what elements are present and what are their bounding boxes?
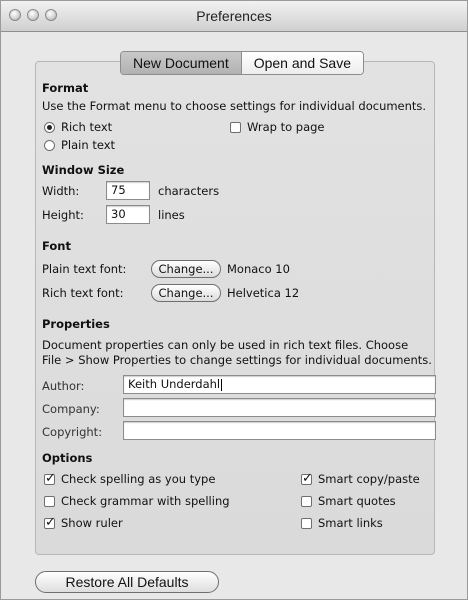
author-label: Author: — [42, 379, 85, 393]
tab-open-and-save[interactable]: Open and Save — [241, 52, 363, 74]
author-field[interactable]: Keith Underdahl — [123, 375, 436, 394]
properties-description-2: File > Show Properties to change setting… — [42, 353, 432, 367]
smart-quotes-label: Smart quotes — [318, 494, 396, 508]
check-spelling-checkbox[interactable] — [44, 471, 56, 486]
plain-font-value: Monaco 10 — [227, 262, 290, 276]
show-ruler-checkbox[interactable] — [44, 515, 56, 530]
tab-new-document[interactable]: New Document — [121, 52, 242, 74]
plain-text-radio[interactable] — [44, 140, 55, 151]
smart-quotes-checkbox[interactable] — [301, 496, 312, 507]
window-title: Preferences — [196, 8, 272, 24]
width-field[interactable]: 75 — [106, 181, 150, 200]
wrap-to-page-label: Wrap to page — [247, 120, 325, 134]
check-spelling-label: Check spelling as you type — [61, 472, 216, 486]
window-size-heading: Window Size — [42, 163, 125, 177]
show-ruler-label: Show ruler — [61, 516, 123, 530]
rich-font-change-button[interactable]: Change... — [151, 284, 221, 302]
restore-all-defaults-button[interactable]: Restore All Defaults — [35, 571, 219, 593]
rich-text-radio[interactable] — [44, 122, 55, 133]
preferences-window: Preferences New Document Open and Save F… — [0, 0, 468, 600]
check-grammar-label: Check grammar with spelling — [61, 494, 230, 508]
title-bar: Preferences — [1, 1, 467, 32]
copyright-label: Copyright: — [42, 425, 103, 439]
rich-text-label: Rich text — [61, 120, 113, 134]
wrap-to-page-checkbox[interactable] — [230, 122, 241, 133]
plain-text-label: Plain text — [61, 138, 116, 152]
smart-links-checkbox[interactable] — [301, 518, 312, 529]
width-unit: characters — [158, 184, 220, 198]
tab-bar: New Document Open and Save — [120, 51, 364, 75]
author-value: Keith Underdahl — [128, 377, 221, 391]
company-field[interactable] — [123, 398, 436, 417]
rich-font-value: Helvetica 12 — [227, 286, 300, 300]
format-heading: Format — [42, 81, 89, 95]
smart-copy-label: Smart copy/paste — [318, 472, 420, 486]
properties-description-1: Document properties can only be used in … — [42, 338, 409, 352]
rich-font-label: Rich text font: — [42, 286, 124, 300]
text-caret — [221, 378, 223, 391]
height-label: Height: — [42, 208, 84, 222]
smart-links-label: Smart links — [318, 516, 383, 530]
company-label: Company: — [42, 402, 100, 416]
height-unit: lines — [158, 208, 185, 222]
height-field[interactable]: 30 — [106, 205, 150, 224]
font-heading: Font — [42, 239, 71, 253]
plain-font-change-button[interactable]: Change... — [151, 260, 221, 278]
plain-font-label: Plain text font: — [42, 262, 127, 276]
format-description: Use the Format menu to choose settings f… — [42, 99, 427, 113]
properties-heading: Properties — [42, 317, 110, 331]
smart-copy-checkbox[interactable] — [301, 471, 313, 486]
width-label: Width: — [42, 184, 80, 198]
copyright-field[interactable] — [123, 421, 436, 440]
check-grammar-checkbox[interactable] — [44, 496, 55, 507]
options-heading: Options — [42, 451, 93, 465]
